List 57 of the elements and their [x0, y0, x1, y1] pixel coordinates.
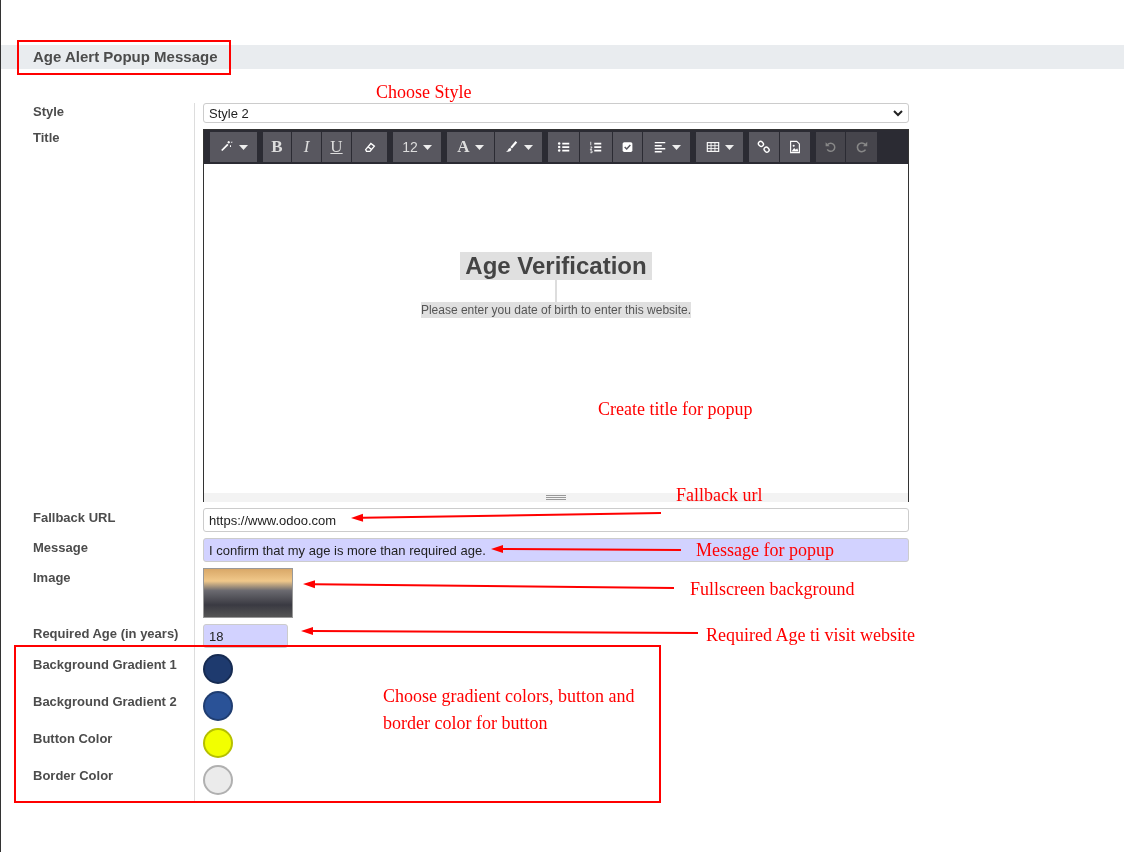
color-swatch[interactable] [203, 728, 233, 758]
bullet-list-button[interactable] [548, 132, 579, 162]
field-label: Border Color [33, 767, 115, 785]
field-label: Image [33, 569, 72, 587]
magic-wand-icon [219, 140, 234, 154]
font-size-button[interactable]: 12 [393, 132, 441, 162]
annotation-text: Message for popup [696, 540, 834, 560]
italic-button[interactable]: I [292, 132, 321, 162]
color-swatch[interactable] [203, 654, 233, 684]
undo-icon [824, 140, 837, 154]
underline-button[interactable]: U [322, 132, 351, 162]
field-label: Button Color [33, 730, 114, 748]
field-label: Background Gradient 1 [33, 656, 178, 674]
image-button[interactable] [780, 132, 810, 162]
clear-format-button[interactable] [352, 132, 387, 162]
image-icon [788, 140, 802, 154]
table-button[interactable] [696, 132, 743, 162]
align-button[interactable] [643, 132, 690, 162]
field-label: Message [33, 539, 89, 557]
style-button[interactable] [210, 132, 257, 162]
font-color-button[interactable]: A [447, 132, 494, 162]
photo-placeholder[interactable] [203, 568, 293, 618]
annotation-text: Choose Style [376, 82, 472, 102]
style-select[interactable]: Style 2 [203, 103, 909, 123]
number-field[interactable]: 18 [203, 624, 288, 648]
brush-icon [504, 140, 519, 154]
chevron-down-icon [893, 109, 903, 117]
annotation-text: Required Age ti visit website [706, 625, 915, 645]
annotation-text: Fullscreen background [690, 579, 855, 599]
section-title: Age Alert Popup Message [33, 47, 218, 67]
align-left-icon [652, 140, 667, 154]
input-field[interactable]: https://www.odoo.com [203, 508, 909, 532]
eraser-icon [362, 140, 377, 154]
resize-handle-icon[interactable] [546, 495, 566, 500]
annotation-text: Fallback url [676, 485, 763, 505]
field-label: Title [33, 129, 61, 147]
annotation-text: Create title for popup [598, 399, 753, 419]
field-label: Required Age (in years) [33, 625, 180, 643]
color-swatch[interactable] [203, 765, 233, 795]
table-icon [705, 140, 720, 154]
redo-icon [854, 140, 869, 154]
bullet-list-icon [556, 140, 571, 154]
field-label: Background Gradient 2 [33, 693, 178, 711]
color-swatch[interactable] [203, 691, 233, 721]
checklist-button[interactable] [613, 132, 642, 162]
checkbox-icon [621, 140, 634, 154]
highlight-button[interactable] [495, 132, 542, 162]
field-label: Style [33, 103, 66, 121]
field-label: Fallback URL [33, 509, 117, 527]
link-button[interactable] [749, 132, 779, 162]
annotation-text: Choose gradient colors, button and border color for button [383, 685, 636, 735]
popup-text: Please enter you date of birth to enter this website. [420, 302, 692, 318]
numbered-list-button[interactable] [580, 132, 612, 162]
numbered-list-icon [589, 140, 603, 154]
popup-heading: Age Verification [460, 252, 652, 280]
link-icon [757, 140, 771, 154]
bold-button[interactable]: B [263, 132, 291, 162]
